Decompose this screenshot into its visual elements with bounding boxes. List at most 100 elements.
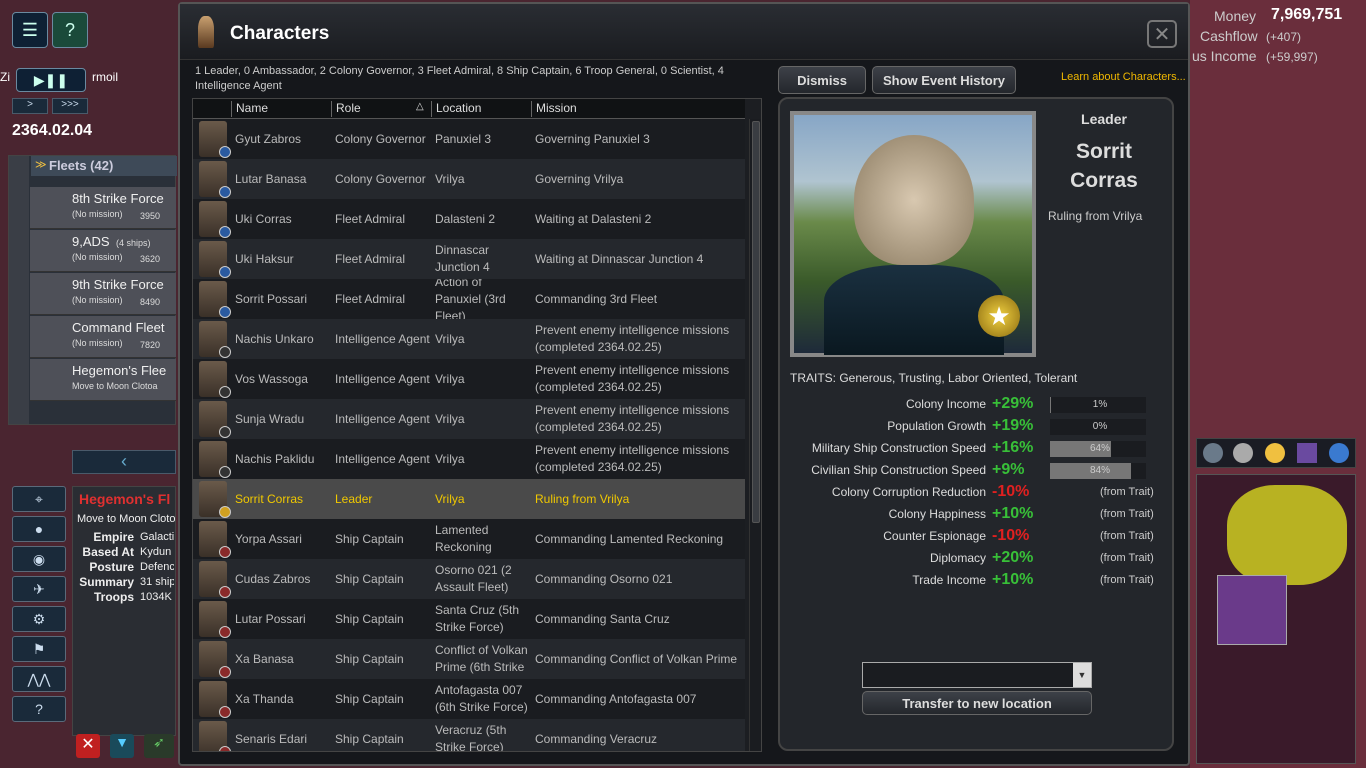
money-value: 7,969,751 — [1271, 6, 1343, 23]
bonus-label: Trade Income — [912, 573, 986, 587]
sidebar-target-button[interactable]: ⌖ — [12, 486, 66, 512]
cell-location: Veracruz (5th Strike Force) — [435, 723, 507, 752]
minimap-viewport[interactable] — [1217, 575, 1287, 645]
flag-icon: ⚑ — [32, 640, 46, 657]
speed-up-button[interactable]: >>> — [52, 98, 88, 114]
characters-table: Name Role △ Location Mission Gyut Zabros C… — [192, 98, 762, 752]
bonus-progress-bar: 1% — [1050, 397, 1146, 413]
cell-role: Ship Captain — [335, 531, 404, 546]
cell-location: Vrilya — [435, 371, 465, 386]
nebula-filter-icon[interactable] — [1297, 443, 1317, 463]
transfer-button[interactable]: Transfer to new location — [862, 691, 1092, 715]
fleet-info-panel: Hegemon's Fl Move to Moon Cloto — [72, 486, 176, 736]
table-row[interactable]: Lutar Banasa Colony Governor Vrilya Governi… — [193, 159, 745, 199]
fleet-row[interactable]: Hegemon's Flee Move to Moon Clotoa — [30, 359, 176, 401]
character-avatar — [199, 641, 231, 678]
cell-name: Xa Thanda — [235, 691, 294, 706]
fleet-row[interactable]: 9,ADS (4 ships) (No mission) 3620 — [30, 230, 176, 272]
scrap-button[interactable]: ✕ — [76, 734, 100, 758]
table-row[interactable]: Gyut Zabros Colony Governor Panuxiel 3 Gove… — [193, 119, 745, 159]
column-header-mission[interactable]: Mission — [531, 101, 745, 117]
table-row[interactable]: Xa Thanda Ship Captain Antofagasta 007 (6t… — [193, 679, 745, 719]
cell-name: Cudas Zabros — [235, 571, 311, 586]
map-filter-bar — [1196, 438, 1356, 468]
cell-location: Dalasteni 2 — [435, 211, 496, 226]
column-header-location[interactable]: Location — [431, 101, 531, 117]
table-row[interactable]: Cudas Zabros Ship Captain Osorno 021 (2 As… — [193, 559, 745, 599]
sidebar-flag-button[interactable]: ⚑ — [12, 636, 66, 662]
collapse-panel-button[interactable]: ‹ — [72, 450, 176, 474]
detail-name-first: Sorrit — [1075, 140, 1132, 163]
star-filter-icon[interactable] — [1265, 443, 1285, 463]
cashflow-value: (+407) — [1266, 30, 1302, 44]
dismiss-button[interactable]: Dismiss — [778, 66, 866, 94]
column-header-name[interactable]: Name — [231, 101, 331, 117]
galaxy-map[interactable] — [1190, 0, 1366, 768]
table-row[interactable]: Sorrit Possari Fleet Admiral Action of Pan… — [193, 279, 745, 319]
table-row[interactable]: Yorpa Assari Ship Captain Lamented Reckoni… — [193, 519, 745, 559]
dialog-titlebar: Characters ✕ — [180, 4, 1188, 60]
table-row[interactable]: Xa Banasa Ship Captain Conflict of Volkan … — [193, 639, 745, 679]
table-row[interactable]: Lutar Possari Ship Captain Santa Cruz (5th… — [193, 599, 745, 639]
character-avatar — [199, 361, 231, 398]
info-label: Summary — [79, 575, 134, 589]
speed-down-button[interactable]: > — [12, 98, 48, 114]
table-row[interactable]: Uki Haksur Fleet Admiral Dinnascar Junctio… — [193, 239, 745, 279]
cell-name: Nachis Paklidu — [235, 451, 315, 466]
bonus-progress-text: 0% — [1092, 421, 1108, 432]
bonus-label: Counter Espionage — [883, 529, 986, 543]
play-pause-button[interactable]: ▶❚❚ — [16, 68, 86, 92]
sidebar-fleet-button[interactable]: ⋀⋀ — [12, 666, 66, 692]
close-button[interactable]: ✕ — [1147, 20, 1177, 48]
table-row[interactable]: Nachis Paklidu Intelligence Agent Vrilya Pr… — [193, 439, 745, 479]
fleet-row[interactable]: 9th Strike Force (No mission) 8490 — [30, 273, 176, 315]
column-header-role-label: Role — [336, 101, 361, 115]
table-row[interactable]: Uki Corras Fleet Admiral Dalasteni 2 Waitin… — [193, 199, 745, 239]
sidebar-settings-button[interactable]: ⚙ — [12, 606, 66, 632]
cell-name: Nachis Unkaro — [235, 331, 314, 346]
cell-name: Uki Haksur — [235, 251, 294, 266]
cell-role: Intelligence Agent — [335, 331, 430, 346]
sidebar-help-button[interactable]: ? — [12, 696, 66, 722]
fleet-name: Hegemon's Flee — [72, 363, 167, 378]
cell-location: Vrilya — [435, 171, 465, 186]
table-scrollbar[interactable] — [749, 119, 761, 751]
refuel-button[interactable]: ▼ — [110, 734, 134, 758]
table-scrollbar-thumb[interactable] — [752, 121, 760, 523]
table-row[interactable]: Senaris Edari Ship Captain Veracruz (5th S… — [193, 719, 745, 752]
planet-filter-icon[interactable] — [1203, 443, 1223, 463]
bonus-label: Colony Income — [905, 397, 986, 411]
info-label: Empire — [93, 530, 134, 544]
gas-giant-filter-icon[interactable] — [1233, 443, 1253, 463]
fleet-mission: (No mission) — [72, 209, 123, 219]
cell-mission: Waiting at Dalasteni 2 — [535, 211, 652, 226]
fleet-action-button[interactable]: ➶ — [144, 734, 174, 758]
minimap[interactable] — [1196, 474, 1356, 764]
table-row[interactable]: Vos Wassoga Intelligence Agent Vrilya Preve… — [193, 359, 745, 399]
fleet-row[interactable]: Command Fleet (No mission) 7820 — [30, 316, 176, 358]
show-event-history-button[interactable]: Show Event History — [872, 66, 1016, 94]
cell-role: Ship Captain — [335, 611, 404, 626]
fleet-row[interactable]: 8th Strike Force (No mission) 3950 — [30, 187, 176, 229]
help-button[interactable]: ? — [52, 12, 88, 48]
table-row[interactable]: Sorrit Corras Leader Vrilya Ruling from Vri… — [193, 479, 745, 519]
portrait-head — [854, 135, 974, 265]
fleets-header[interactable]: ≫ Fleets (42) — [31, 156, 177, 176]
character-avatar — [199, 281, 231, 318]
menu-list-button[interactable]: ☰ — [12, 12, 48, 48]
location-select[interactable]: ▼ — [862, 662, 1092, 688]
table-row[interactable]: Nachis Unkaro Intelligence Agent Vrilya Pre… — [193, 319, 745, 359]
bonus-value: +20% — [992, 549, 1034, 566]
fleet-name: 8th Strike Force — [72, 191, 164, 206]
galaxy-filter-icon[interactable] — [1329, 443, 1349, 463]
fleet-filter-column — [9, 156, 29, 424]
table-row[interactable]: Sunja Wradu Intelligence Agent Vrilya Preve… — [193, 399, 745, 439]
cell-location: Conflict of Volkan Prime (6th Strike — [435, 643, 528, 674]
column-header-role[interactable]: Role △ — [331, 101, 431, 117]
cell-mission: Commanding Osorno 021 — [535, 571, 673, 586]
cell-role: Fleet Admiral — [335, 211, 406, 226]
bonus-value: -10% — [992, 483, 1030, 500]
empire-fragment: Zi — [0, 70, 10, 84]
portrait-body — [824, 265, 1004, 355]
learn-about-characters-link[interactable]: Learn about Characters... — [1061, 71, 1186, 83]
